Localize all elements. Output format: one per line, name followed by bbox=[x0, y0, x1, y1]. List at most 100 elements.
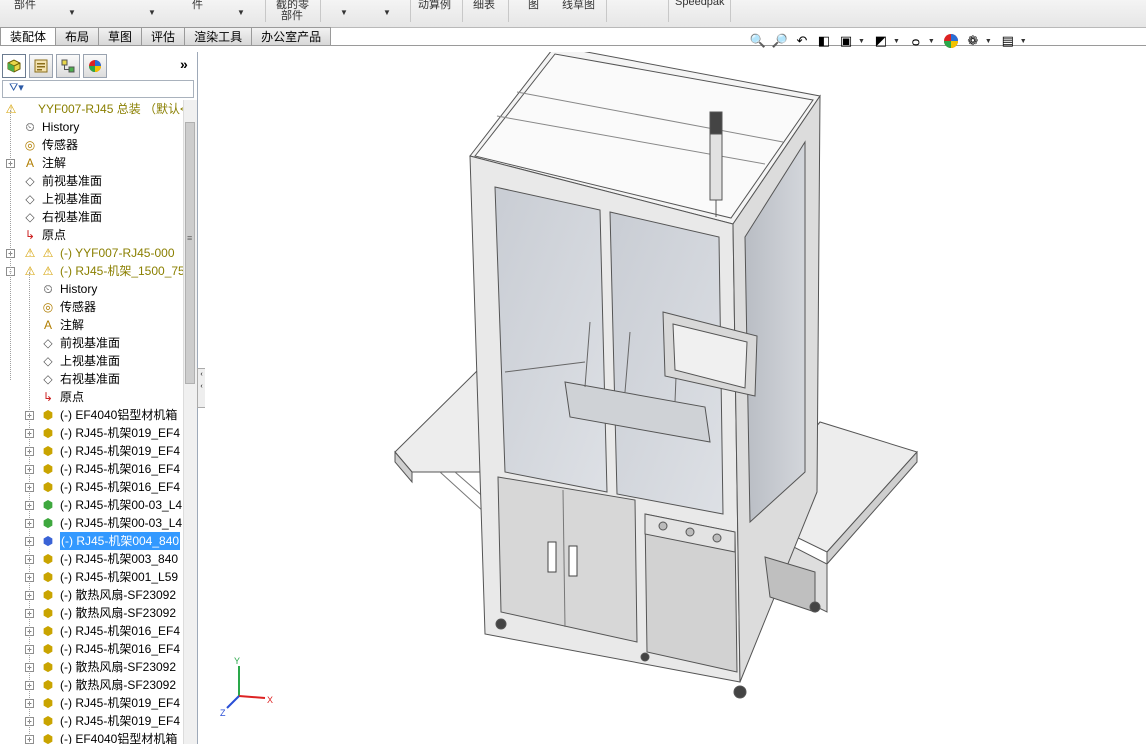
chevron-down-icon[interactable]: ▼ bbox=[237, 8, 245, 17]
part-icon: ⬢ bbox=[42, 408, 54, 422]
part-icon: ⬢ bbox=[42, 462, 54, 476]
tree-item-label: (-) 散热风扇-SF23092 bbox=[60, 606, 177, 620]
tree-item[interactable]: + ⬢ (-) RJ45-机架016_EF4 bbox=[0, 478, 183, 496]
ribbon-separator bbox=[508, 0, 509, 22]
display-style-icon[interactable]: ◩ bbox=[871, 31, 891, 51]
hide-show-items-icon[interactable]: ᴑ bbox=[906, 31, 926, 51]
chevron-down-icon[interactable]: ▼ bbox=[340, 8, 348, 17]
chevron-down-icon[interactable]: ▼ bbox=[985, 38, 992, 45]
feature-manager-icon[interactable] bbox=[2, 54, 26, 78]
dynamic-annotation-icon[interactable]: ▣ bbox=[836, 31, 856, 51]
tree-item-label: 右视基准面 bbox=[42, 210, 103, 224]
tree-item[interactable]: ⏲ History bbox=[0, 118, 183, 136]
part-icon: ⬢ bbox=[42, 480, 54, 494]
tree-scrollbar[interactable]: ≡ bbox=[183, 100, 197, 744]
tree-item[interactable]: + ⬢ (-) RJ45-机架016_EF4 bbox=[0, 640, 183, 658]
tree-item[interactable]: + ⬢ (-) RJ45-机架00-03_L4 bbox=[0, 496, 183, 514]
chevron-down-icon[interactable]: ▼ bbox=[893, 38, 900, 45]
tab-render-tools[interactable]: 渲染工具 bbox=[184, 27, 253, 46]
view-settings-icon[interactable]: ▤ bbox=[998, 31, 1018, 51]
property-manager-icon[interactable] bbox=[29, 54, 53, 78]
tree-item[interactable]: + ⬢ (-) 散热风扇-SF23092 bbox=[0, 604, 183, 622]
graphics-viewport[interactable]: Y X Z bbox=[205, 52, 1146, 744]
ribbon-command-part[interactable]: 件 bbox=[192, 0, 203, 12]
tree-filter-input[interactable]: ⛛▾ bbox=[2, 80, 194, 98]
tab-assembly[interactable]: 装配体 bbox=[0, 27, 57, 46]
tree-item[interactable]: + ⬢ (-) EF4040铝型材机箱 bbox=[0, 730, 183, 744]
chevron-down-icon[interactable]: ▼ bbox=[148, 8, 156, 17]
tree-item[interactable]: ⏲ History bbox=[0, 280, 183, 298]
tree-item-label: (-) EF4040铝型材机箱 bbox=[60, 732, 178, 744]
ribbon-command-bom[interactable]: 细表 bbox=[473, 0, 495, 12]
ribbon-command-component[interactable]: 部件 bbox=[14, 0, 36, 12]
tree-item[interactable]: ◎ 传感器 bbox=[0, 136, 183, 154]
tree-item[interactable]: + ⬢ (-) RJ45-机架019_EF4 bbox=[0, 424, 183, 442]
tab-evaluate[interactable]: 评估 bbox=[141, 27, 186, 46]
tree-item[interactable]: + ⬢ (-) RJ45-机架019_EF4 bbox=[0, 442, 183, 460]
previous-view-icon[interactable]: ↶ bbox=[792, 31, 812, 51]
tree-item[interactable]: ◇ 右视基准面 bbox=[0, 208, 183, 226]
tab-layout[interactable]: 布局 bbox=[55, 27, 100, 46]
tree-item[interactable]: ◇ 前视基准面 bbox=[0, 334, 183, 352]
tree-item[interactable]: + ⬢ (-) 散热风扇-SF23092 bbox=[0, 658, 183, 676]
tree-item-label: 原点 bbox=[60, 390, 85, 404]
ribbon-command-component-2[interactable]: 部件 bbox=[281, 7, 303, 23]
chevron-down-icon[interactable]: ▼ bbox=[68, 8, 76, 17]
tree-item[interactable]: ↳ 原点 bbox=[0, 388, 183, 406]
tree-guide-line bbox=[29, 272, 30, 744]
tree-item[interactable]: + ⬢ (-) RJ45-机架019_EF4 bbox=[0, 694, 183, 712]
filter-icon[interactable]: ⛛▾ bbox=[9, 81, 24, 95]
tree-item-label: 注解 bbox=[60, 318, 85, 332]
chevron-down-icon[interactable]: ▼ bbox=[1020, 38, 1027, 45]
tree-item[interactable]: ◇ 上视基准面 bbox=[0, 190, 183, 208]
tree-item[interactable]: ◇ 右视基准面 bbox=[0, 370, 183, 388]
tree-item[interactable]: ↳ 原点 bbox=[0, 226, 183, 244]
manager-tabs bbox=[2, 54, 107, 78]
tree-item[interactable]: + ⬢ (-) RJ45-机架003_840 bbox=[0, 550, 183, 568]
plane-icon: ◇ bbox=[43, 336, 53, 350]
chevron-down-icon[interactable]: ▼ bbox=[383, 8, 391, 17]
tree-item[interactable]: - ⚠ ⚠ (-) RJ45-机架_1500_75 bbox=[0, 262, 183, 280]
tree-item[interactable]: ◇ 上视基准面 bbox=[0, 352, 183, 370]
tree-item[interactable]: + ⬢ (-) 散热风扇-SF23092 bbox=[0, 586, 183, 604]
tree-item[interactable]: + ⬢ (-) RJ45-机架016_EF4 bbox=[0, 460, 183, 478]
tree-item[interactable]: + ⬢ (-) RJ45-机架004_840 bbox=[0, 532, 183, 550]
ribbon-command-drawing[interactable]: 图 bbox=[528, 0, 539, 12]
chevron-down-icon[interactable]: ▼ bbox=[858, 38, 865, 45]
tree-item[interactable]: ◇ 前视基准面 bbox=[0, 172, 183, 190]
part-icon: ⬢ bbox=[42, 426, 54, 440]
tree-item[interactable]: + ⚠ ⚠ (-) YYF007-RJ45-000 bbox=[0, 244, 183, 262]
tree-item[interactable]: + ⬢ (-) EF4040铝型材机箱 bbox=[0, 406, 183, 424]
apply-scene-icon[interactable]: ❁ bbox=[963, 31, 983, 51]
tree-item[interactable]: + ⬢ (-) 散热风扇-SF23092 bbox=[0, 676, 183, 694]
tree-item[interactable]: + A 注解 bbox=[0, 154, 183, 172]
section-view-icon[interactable]: ◧ bbox=[814, 31, 834, 51]
tree-item-label: (-) RJ45-机架00-03_L4 bbox=[60, 498, 183, 512]
expand-panel-icon[interactable]: » bbox=[180, 56, 188, 72]
ribbon-separator bbox=[265, 0, 266, 22]
plane-icon: ◇ bbox=[25, 174, 35, 188]
scrollbar-thumb[interactable]: ≡ bbox=[185, 122, 195, 384]
tree-item[interactable]: ◎ 传感器 bbox=[0, 298, 183, 316]
chevron-down-icon[interactable]: ▼ bbox=[928, 38, 935, 45]
tab-office-products[interactable]: 办公室产品 bbox=[251, 27, 332, 46]
tree-item[interactable]: + ⬢ (-) RJ45-机架019_EF4 bbox=[0, 712, 183, 730]
tree-item-label: (-) RJ45-机架019_EF4 bbox=[60, 696, 181, 710]
display-manager-icon[interactable] bbox=[83, 54, 107, 78]
ribbon-command-motion-study[interactable]: 动算例 bbox=[418, 0, 451, 12]
ribbon-command-line-sketch[interactable]: 线草图 bbox=[562, 0, 595, 12]
tree-item[interactable]: A 注解 bbox=[0, 316, 183, 334]
tree-item-label: (-) 散热风扇-SF23092 bbox=[60, 588, 177, 602]
ribbon-command-speedpak[interactable]: Speedpak bbox=[675, 0, 725, 8]
machine-assembly-model[interactable] bbox=[205, 52, 1146, 744]
tree-item[interactable]: + ⬢ (-) RJ45-机架00-03_L4 bbox=[0, 514, 183, 532]
zoom-to-area-icon[interactable]: 🔎 bbox=[770, 31, 790, 51]
zoom-to-fit-icon[interactable]: 🔍 bbox=[748, 31, 768, 51]
annotation-icon: A bbox=[43, 318, 52, 332]
tree-item[interactable]: + ⬢ (-) RJ45-机架001_L59 bbox=[0, 568, 183, 586]
tab-sketch[interactable]: 草图 bbox=[98, 27, 143, 46]
tree-item[interactable]: + ⬢ (-) RJ45-机架016_EF4 bbox=[0, 622, 183, 640]
edit-appearance-icon[interactable] bbox=[941, 31, 961, 51]
configuration-manager-icon[interactable] bbox=[56, 54, 80, 78]
tree-item-label: (-) RJ45-机架001_L59 bbox=[60, 570, 179, 584]
